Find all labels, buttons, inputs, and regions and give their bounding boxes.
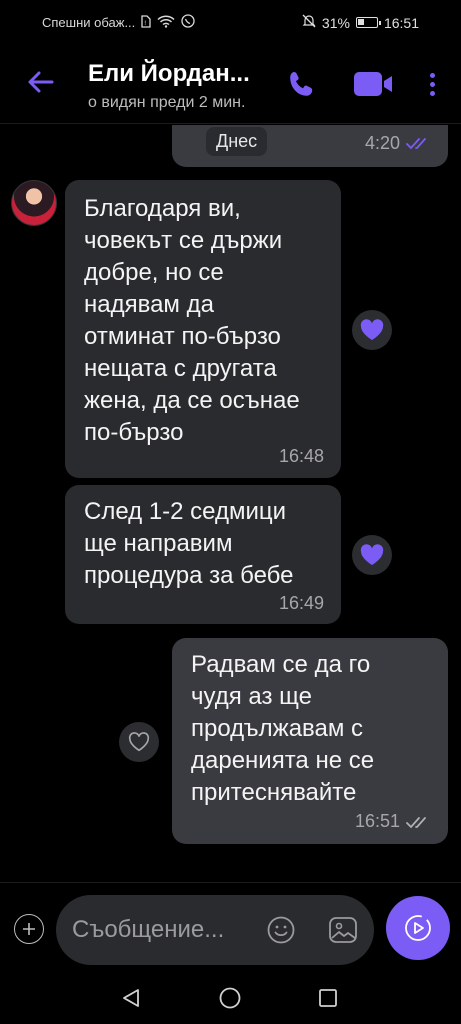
message-incoming[interactable]: След 1-2 седмици ще направим процедура з…	[65, 485, 341, 624]
message-time: 16:51	[354, 811, 400, 831]
battery-percent: 31%	[321, 14, 350, 31]
back-arrow-icon	[28, 71, 54, 93]
message-input-box[interactable]	[56, 895, 374, 965]
emoji-icon	[267, 916, 295, 944]
message-outgoing[interactable]: Радвам се да го чудя аз ще продължавам с…	[172, 638, 448, 844]
plus-icon	[23, 923, 35, 935]
reaction-button[interactable]	[352, 310, 392, 350]
nav-recents-button[interactable]	[316, 986, 340, 1010]
circle-home-icon	[219, 987, 241, 1009]
phone-icon	[290, 72, 313, 96]
message-text: След 1-2 седмици ще направим процедура з…	[84, 498, 294, 589]
delivered-check-icon	[406, 817, 426, 829]
heart-outline-icon	[128, 732, 150, 752]
video-camera-icon	[354, 72, 392, 96]
gallery-button[interactable]	[327, 915, 359, 945]
reaction-button[interactable]	[352, 535, 392, 575]
message-input[interactable]	[72, 913, 262, 947]
reaction-button[interactable]	[119, 722, 159, 762]
svg-text:!: !	[144, 20, 146, 27]
contact-name[interactable]: Ели Йордан...	[88, 60, 250, 88]
send-icon	[405, 915, 431, 941]
contact-last-seen: о видян преди 2 мин.	[88, 94, 246, 111]
wifi-icon	[157, 15, 175, 31]
message-text: Днес	[206, 127, 268, 156]
contact-avatar[interactable]	[11, 180, 57, 226]
heart-filled-icon	[360, 319, 384, 340]
status-bar-right: 31% 16:51	[302, 14, 419, 31]
system-navigation-bar	[0, 968, 461, 1024]
message-time: 16:49	[278, 593, 324, 613]
image-icon	[329, 917, 357, 943]
chat-messages[interactable]: Днес 4:20 Благодаря ви, човекът се държи…	[0, 125, 461, 882]
message-text: Благодаря ви, човекът се държи добре, но…	[84, 195, 300, 446]
triangle-back-icon	[123, 989, 139, 1007]
back-button[interactable]	[20, 62, 60, 102]
nav-back-button[interactable]	[119, 986, 143, 1010]
call-button[interactable]	[284, 66, 320, 102]
sim-icon: !	[141, 14, 151, 31]
message-incoming[interactable]: Благодаря ви, човекът се държи добре, но…	[65, 180, 341, 478]
chat-header: Ели Йордан... о видян преди 2 мин.	[0, 46, 461, 124]
more-vertical-icon	[429, 72, 435, 78]
emergency-calls-text: Спешни обаж...	[42, 15, 136, 30]
nav-home-button[interactable]	[218, 986, 242, 1010]
emoji-button[interactable]	[266, 915, 296, 945]
more-options-button[interactable]	[420, 66, 444, 102]
mute-bell-icon	[302, 14, 316, 31]
message-composer	[0, 882, 461, 968]
status-bar-left: Спешни обаж... !	[42, 14, 195, 31]
status-bar: Спешни обаж... ! 31% 16:51	[0, 0, 461, 46]
message-time: 16:48	[278, 446, 324, 466]
video-call-button[interactable]	[350, 66, 396, 102]
message-time: 4:20	[364, 133, 400, 153]
viber-icon	[181, 14, 195, 31]
read-check-icon	[406, 138, 426, 150]
clock: 16:51	[383, 14, 419, 31]
add-attachment-button[interactable]	[14, 914, 44, 944]
battery-icon	[355, 17, 381, 28]
send-button[interactable]	[386, 896, 450, 960]
message-text: Радвам се да го чудя аз ще продължавам с…	[191, 651, 375, 806]
square-recents-icon	[319, 989, 337, 1007]
message-outgoing[interactable]: Днес 4:20	[172, 125, 448, 167]
heart-filled-icon	[360, 544, 384, 565]
